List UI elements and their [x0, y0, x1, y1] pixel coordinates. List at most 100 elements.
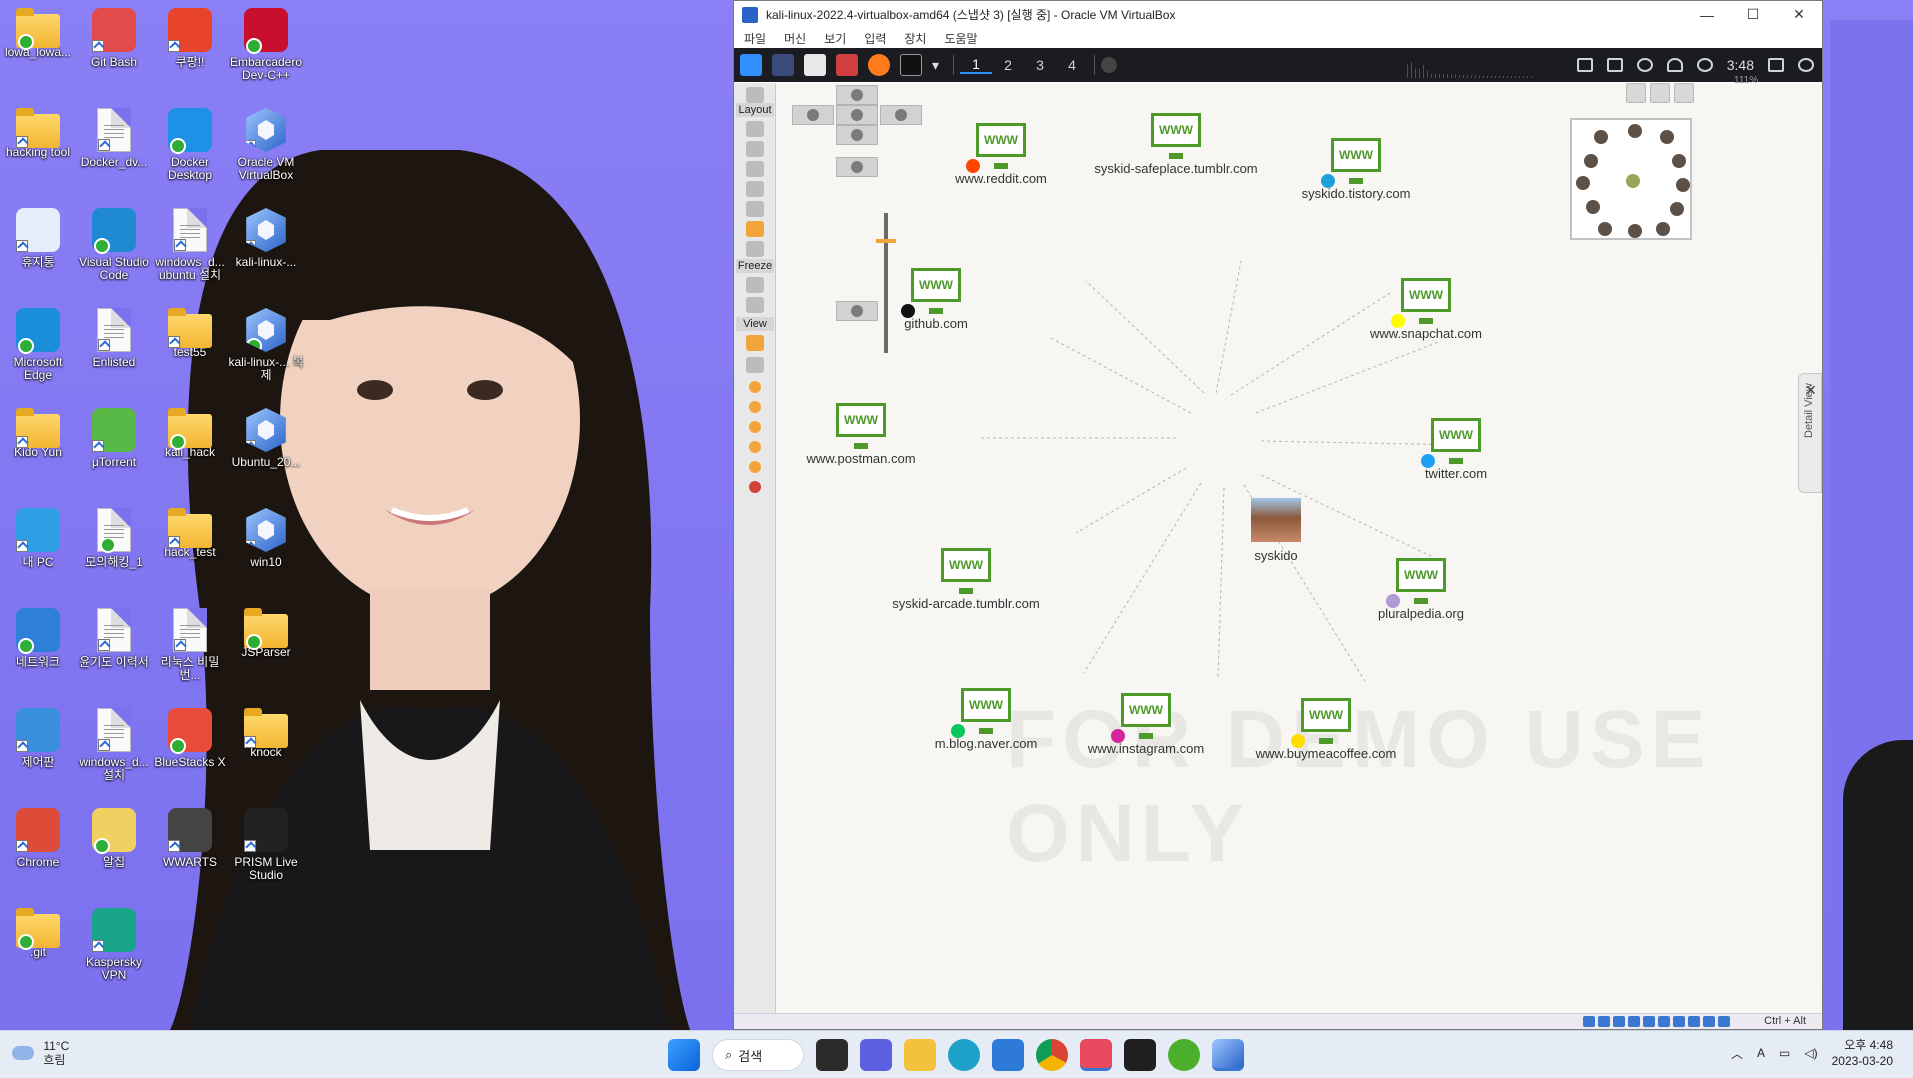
website-node[interactable]: WWW pluralpedia.org [1331, 558, 1511, 621]
show-desktop-icon[interactable] [772, 54, 794, 76]
interactive-layout-icon[interactable] [746, 241, 764, 257]
display-icon[interactable] [1576, 58, 1593, 72]
desktop-icon[interactable]: PRISM Live Studio [228, 808, 304, 882]
file-explorer-icon[interactable] [904, 1039, 936, 1071]
desktop-icon[interactable]: μTorrent [76, 408, 152, 469]
desktop-icon[interactable]: Visual Studio Code [76, 208, 152, 282]
virtualbox-taskbar-icon[interactable] [1212, 1039, 1244, 1071]
virtualbox-window[interactable]: kali-linux-2022.4-virtualbox-amd64 (스냅샷 … [733, 0, 1823, 1030]
website-node[interactable]: WWW www.buymeacoffee.com [1236, 698, 1416, 761]
desktop-icon[interactable]: hacking tool [0, 108, 76, 159]
desktop-icon[interactable]: 제어판 [0, 708, 76, 769]
desktop-icon[interactable]: WWARTS [152, 808, 228, 869]
ranked-view-icon-1[interactable] [749, 381, 761, 393]
desktop-icon[interactable]: .git [0, 908, 76, 959]
terminal-icon[interactable] [900, 54, 922, 76]
bell-icon[interactable] [1666, 58, 1683, 72]
graph-canvas[interactable]: FOR DEMO USE ONLY syskido WWWwww.reddit [776, 75, 1816, 1013]
utorrent-icon[interactable] [1168, 1039, 1200, 1071]
desktop-icon[interactable]: knock [228, 708, 304, 759]
desktop-icon[interactable]: windows_d... 설치 [76, 708, 152, 782]
website-node[interactable]: WWW www.instagram.com [1056, 693, 1236, 756]
logout-icon[interactable] [1798, 58, 1814, 72]
desktop-icon[interactable]: 내 PC [0, 508, 76, 569]
graph-overview-minimap[interactable] [1570, 118, 1692, 240]
volume-icon[interactable]: ◁) [1804, 1046, 1817, 1060]
chevron-down-icon[interactable]: ▾ [932, 57, 939, 74]
menu-input[interactable]: 입력 [864, 30, 886, 47]
list-view-icon[interactable] [746, 357, 764, 373]
website-node[interactable]: WWW www.snapchat.com [1336, 278, 1516, 341]
tree-layout-icon[interactable] [746, 181, 764, 197]
block-layout-icon[interactable] [746, 121, 764, 137]
minimize-button[interactable]: — [1684, 7, 1730, 23]
edge-icon[interactable] [948, 1039, 980, 1071]
chevron-up-icon[interactable]: ︿ [1731, 1045, 1743, 1062]
detail-view-tab[interactable]: ✕ Detail View [1798, 373, 1822, 493]
desktop-icon[interactable]: windows_d... ubuntu 설치 [152, 208, 228, 282]
settings-icon[interactable] [1626, 83, 1646, 103]
workspace-3[interactable]: 3 [1024, 57, 1056, 73]
desktop-icon[interactable]: win10 [228, 508, 304, 569]
hierarchical-layout-icon[interactable] [746, 141, 764, 157]
maximize-button[interactable]: ☐ [1730, 6, 1776, 23]
start-icon[interactable] [668, 1039, 700, 1071]
desktop-icon[interactable]: BlueStacks X [152, 708, 228, 769]
task-view-icon[interactable] [816, 1039, 848, 1071]
website-node[interactable]: WWW twitter.com [1366, 418, 1546, 481]
prism-icon[interactable] [1124, 1039, 1156, 1071]
website-node[interactable]: WWW www.postman.com [771, 403, 951, 466]
workspace-1[interactable]: 1 [960, 56, 993, 74]
grid-layout-icon[interactable] [746, 161, 764, 177]
menu-machine[interactable]: 머신 [784, 30, 806, 47]
website-node[interactable]: WWW syskid-safeplace.tumblr.com [1086, 113, 1266, 176]
text-editor-icon[interactable] [836, 54, 858, 76]
desktop-icon[interactable]: Microsoft Edge [0, 308, 76, 382]
menu-help[interactable]: 도움말 [944, 30, 977, 47]
desktop-icon[interactable]: 네트워크 [0, 608, 76, 669]
palette-icon[interactable] [1650, 83, 1670, 103]
ranked-view-icon-2[interactable] [749, 401, 761, 413]
workspace-4[interactable]: 4 [1056, 57, 1088, 73]
desktop-icon[interactable]: Ubuntu_20... [228, 408, 304, 469]
desktop-icon[interactable]: Docker_dv... [76, 108, 152, 169]
desktop-icon[interactable]: 모의해킹_1 [76, 508, 152, 569]
desktop-icon[interactable]: kali_hack [152, 408, 228, 459]
desktop-icon[interactable]: Kido Yun [0, 408, 76, 459]
desktop-icon[interactable]: kali-linux-... [228, 208, 304, 269]
snipping-tool-icon[interactable] [1080, 1039, 1112, 1071]
ime-indicator[interactable]: A [1757, 1046, 1765, 1060]
menu-view[interactable]: 보기 [824, 30, 846, 47]
keyboard-icon[interactable] [1606, 58, 1623, 72]
chrome-icon[interactable] [1036, 1039, 1068, 1071]
desktop-icon[interactable]: Enlisted [76, 308, 152, 369]
desktop-icon[interactable]: kali-linux-... 복제 [228, 308, 304, 382]
taskbar-clock[interactable]: 오후 4:48 2023-03-20 [1832, 1037, 1893, 1069]
window-titlebar[interactable]: kali-linux-2022.4-virtualbox-amd64 (스냅샷 … [734, 1, 1822, 28]
website-node[interactable]: WWW www.reddit.com [911, 123, 1091, 186]
maltego-graph-workspace[interactable]: Layout Freeze View FOR DEMO USE ONLY sys… [734, 75, 1822, 1029]
weather-widget[interactable]: 11°C 흐림 [12, 1039, 69, 1067]
select-icon[interactable] [746, 87, 764, 103]
freeze-icon[interactable] [746, 277, 764, 293]
desktop-icon[interactable]: 알집 [76, 808, 152, 869]
desktop-icon[interactable]: Oracle VM VirtualBox [228, 108, 304, 182]
desktop-icon[interactable]: Embarcadero Dev-C++ [228, 8, 304, 82]
ranked-view-icon-4[interactable] [749, 441, 761, 453]
close-button[interactable]: ✕ [1776, 6, 1822, 23]
entity-view-icon[interactable] [746, 335, 764, 351]
website-node[interactable]: WWW syskid-arcade.tumblr.com [876, 548, 1056, 611]
desktop-icon[interactable]: Chrome [0, 808, 76, 869]
store-icon[interactable] [992, 1039, 1024, 1071]
mute-icon[interactable] [1636, 58, 1653, 72]
desktop-icon[interactable]: Git Bash [76, 8, 152, 69]
circular-layout-icon[interactable] [746, 201, 764, 217]
search-button[interactable]: ⌕ 검색 [712, 1039, 804, 1071]
kali-menu-icon[interactable] [740, 54, 762, 76]
maltego-task-icon[interactable] [1101, 57, 1118, 73]
website-node[interactable]: WWW syskido.tistory.com [1266, 138, 1446, 201]
ranked-view-icon-6[interactable] [749, 481, 761, 493]
power-icon[interactable] [1696, 58, 1713, 72]
hub-node-syskido[interactable]: syskido [1216, 498, 1336, 563]
desktop-icon[interactable]: 윤기도 이력서 [76, 608, 152, 669]
